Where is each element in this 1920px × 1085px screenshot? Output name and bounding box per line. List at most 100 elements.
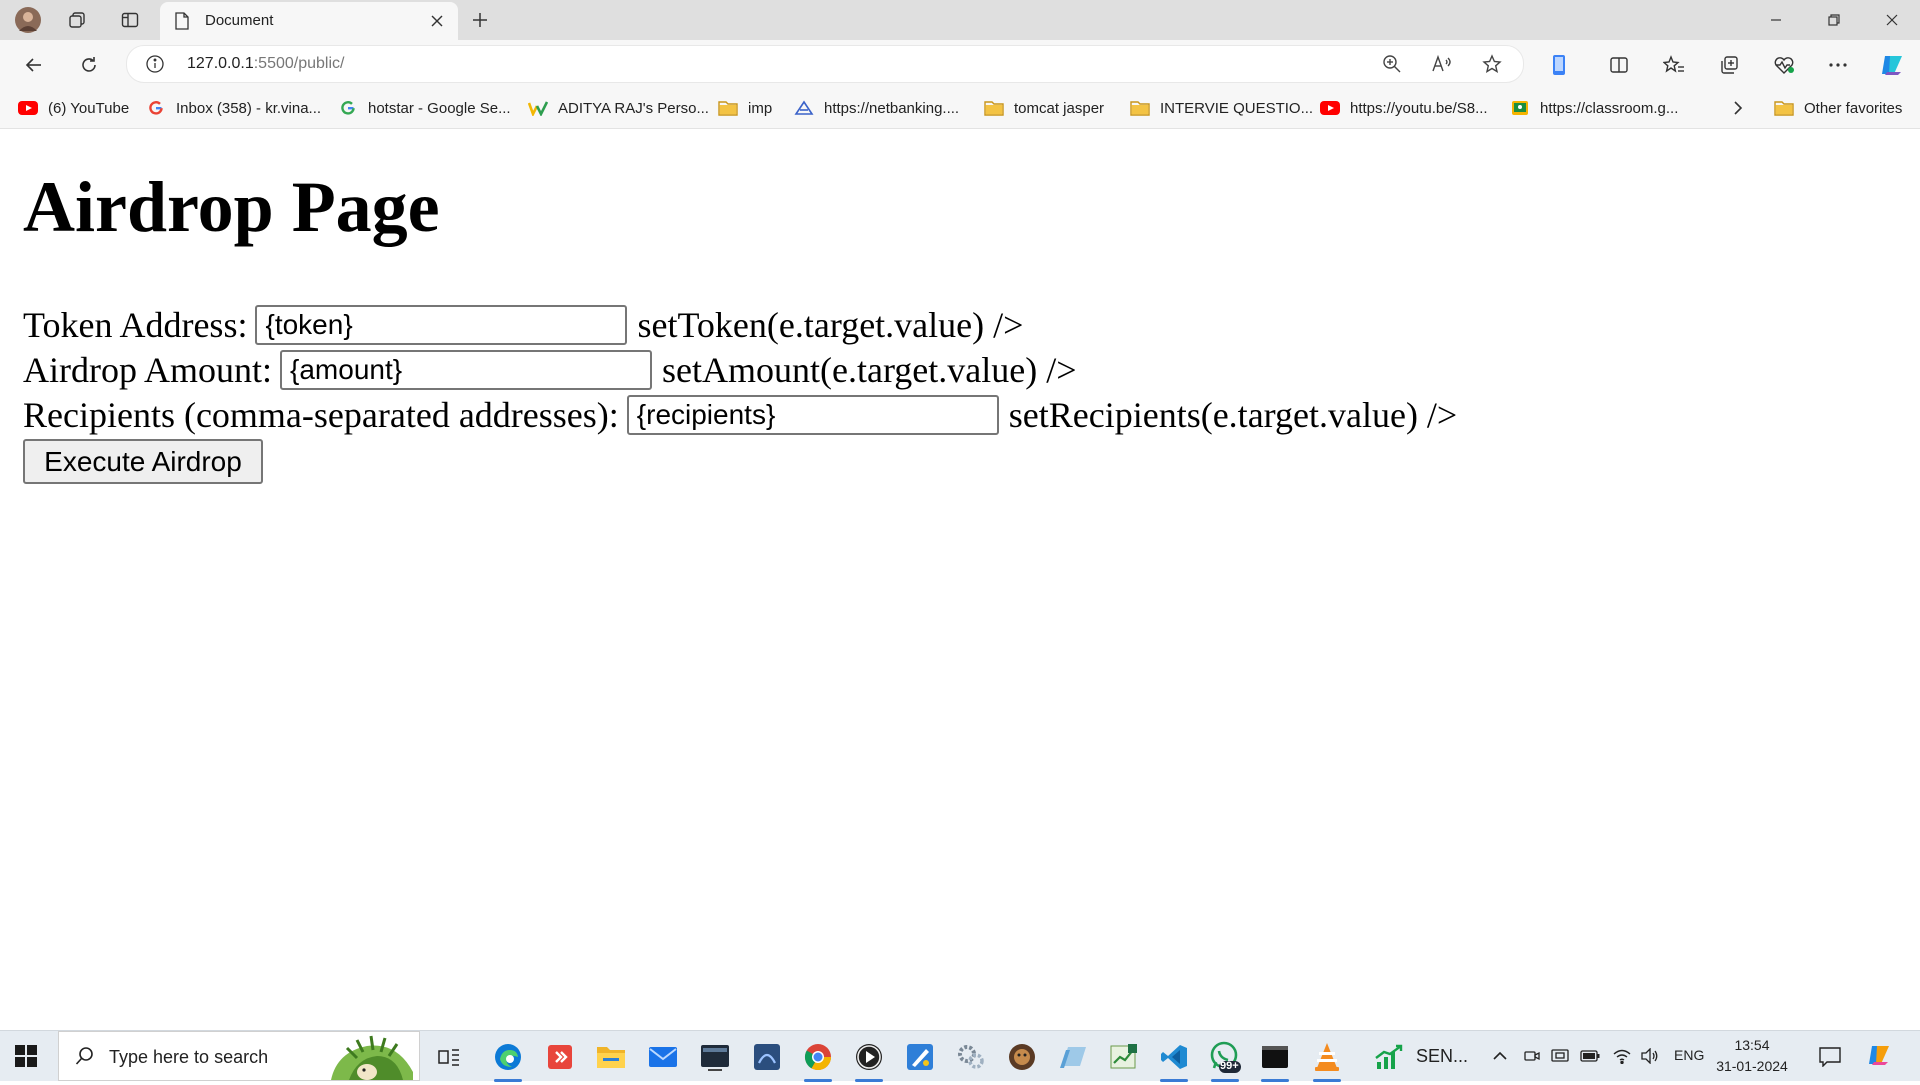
favorite-youtu-be[interactable]: https://youtu.be/S8... <box>1320 98 1488 118</box>
taskbar-clock[interactable]: 13:54 31-01-2024 <box>1716 1035 1788 1077</box>
favorites-icon[interactable] <box>1659 50 1689 80</box>
favorite-youtube[interactable]: (6) YouTube <box>18 98 129 118</box>
site-info-icon[interactable] <box>145 54 165 79</box>
favorite-tomcat-folder[interactable]: tomcat jasper <box>984 98 1104 118</box>
url-host: 127.0.0.1 <box>187 55 254 72</box>
sql-developer-icon[interactable] <box>750 1040 784 1074</box>
task-view-icon[interactable] <box>432 1040 466 1074</box>
folder-icon <box>1130 99 1150 117</box>
execute-airdrop-button[interactable]: Execute Airdrop <box>23 439 263 484</box>
favorite-label: tomcat jasper <box>1014 99 1105 117</box>
favorite-netbanking[interactable]: https://netbanking.... <box>794 98 959 118</box>
new-tab-icon[interactable] <box>466 6 494 34</box>
excel-chart-icon[interactable] <box>1107 1040 1141 1074</box>
copilot-icon[interactable] <box>1877 50 1907 80</box>
close-tab-icon[interactable] <box>426 10 448 32</box>
recipients-suffix-text: setRecipients(e.target.value) /> <box>1008 395 1458 435</box>
game-app-icon[interactable] <box>1005 1040 1039 1074</box>
favorite-imp-folder[interactable]: imp <box>718 98 772 118</box>
battery-icon[interactable] <box>1580 1046 1600 1066</box>
windows-start-icon[interactable] <box>10 1040 42 1072</box>
favorite-interview-folder[interactable]: INTERVIE QUESTIO... <box>1130 98 1313 118</box>
search-highlight-hedgehog-icon <box>327 1032 419 1085</box>
restore-icon[interactable] <box>1806 0 1862 40</box>
folder-icon <box>984 99 1004 117</box>
clock-time: 13:54 <box>1734 1037 1770 1053</box>
url-path: :5500/public/ <box>253 55 345 72</box>
terminal-icon[interactable] <box>1258 1040 1292 1082</box>
wifi-icon[interactable] <box>1612 1046 1632 1066</box>
input-language[interactable]: ENG <box>1674 1047 1704 1063</box>
file-explorer-icon[interactable] <box>594 1040 628 1074</box>
chrome-icon[interactable] <box>801 1040 835 1082</box>
stock-ticker-label[interactable]: SEN... <box>1416 1046 1468 1067</box>
favorite-label: (6) YouTube <box>48 99 130 117</box>
token-label: Token Address: <box>23 305 248 345</box>
display-icon[interactable] <box>1550 1046 1570 1066</box>
copilot-taskbar-icon[interactable] <box>1866 1042 1894 1070</box>
stock-market-icon[interactable] <box>1372 1040 1406 1074</box>
google-icon <box>338 99 358 117</box>
notifications-icon[interactable] <box>1818 1045 1842 1069</box>
zoom-icon[interactable] <box>1379 51 1405 77</box>
clock-date: 31-01-2024 <box>1716 1058 1788 1074</box>
favorite-label: https://youtu.be/S8... <box>1350 99 1488 117</box>
favorites-overflow-chevron-icon[interactable] <box>1732 98 1744 118</box>
more-options-icon[interactable] <box>1823 50 1853 80</box>
volume-icon[interactable] <box>1640 1046 1660 1066</box>
favorite-label: Inbox (358) - kr.vina... <box>176 99 322 117</box>
favorite-label: ADITYA RAJ's Perso... <box>558 99 709 117</box>
page-content: Airdrop Page Token Address: setToken(e.t… <box>5 129 1915 1025</box>
address-bar[interactable]: 127.0.0.1:5500/public/ <box>126 45 1524 83</box>
browser-essentials-icon[interactable] <box>1769 50 1799 80</box>
page-title: Airdrop Page <box>23 167 440 247</box>
favorite-inbox[interactable]: Inbox (358) - kr.vina... <box>146 98 321 118</box>
collections-icon[interactable] <box>1714 50 1744 80</box>
whatsapp-icon[interactable]: 99+ <box>1208 1040 1242 1082</box>
minimize-icon[interactable] <box>1748 0 1804 40</box>
mysql-workbench-icon[interactable] <box>698 1040 732 1074</box>
taskbar-search-box[interactable]: Type here to search <box>58 1031 420 1081</box>
refresh-icon[interactable] <box>73 49 105 81</box>
mail-icon[interactable] <box>646 1040 680 1074</box>
tab-title: Document <box>205 12 274 29</box>
split-screen-icon[interactable] <box>1604 50 1634 80</box>
document-icon <box>174 12 190 35</box>
windows-taskbar: Type here to search 99+ SEN... ENG 13:54… <box>0 1030 1920 1082</box>
profile-avatar[interactable] <box>14 6 42 34</box>
favorite-hotstar[interactable]: hotstar - Google Se... <box>338 98 511 118</box>
paint-app-icon[interactable] <box>903 1040 937 1074</box>
workspaces-icon[interactable] <box>63 6 91 34</box>
search-icon <box>75 1046 95 1071</box>
w-logo-icon <box>528 99 548 117</box>
amount-label: Airdrop Amount: <box>23 350 272 390</box>
notification-badge: 99+ <box>1220 1060 1239 1072</box>
favorite-label: https://netbanking.... <box>824 99 960 117</box>
active-tab[interactable]: Document <box>160 2 458 40</box>
vertical-tabs-icon[interactable] <box>116 6 144 34</box>
git-app-icon[interactable] <box>543 1040 577 1074</box>
amount-suffix-text: setAmount(e.target.value) /> <box>662 350 1077 390</box>
vscode-icon[interactable] <box>1157 1040 1191 1082</box>
recipients-input[interactable] <box>626 395 999 435</box>
settings-gears-icon[interactable] <box>954 1040 988 1074</box>
favorite-aditya[interactable]: ADITYA RAJ's Perso... <box>528 98 709 118</box>
favorite-star-icon[interactable] <box>1479 51 1505 77</box>
favorite-classroom[interactable]: https://classroom.g... <box>1510 98 1678 118</box>
token-address-input[interactable] <box>255 305 628 345</box>
vlc-icon[interactable] <box>1310 1040 1344 1082</box>
close-window-icon[interactable] <box>1864 0 1920 40</box>
extension-icon[interactable] <box>1544 50 1574 80</box>
read-aloud-icon[interactable] <box>1429 51 1455 77</box>
browser-title-bar: Document <box>0 0 1920 40</box>
show-hidden-icons-chevron-icon[interactable] <box>1490 1046 1510 1066</box>
back-icon[interactable] <box>18 49 50 81</box>
edge-taskbar-icon[interactable] <box>491 1040 525 1082</box>
airdrop-amount-input[interactable] <box>280 350 652 390</box>
meet-now-icon[interactable] <box>1522 1046 1542 1066</box>
other-favorites[interactable]: Other favorites <box>1774 98 1902 118</box>
token-row: Token Address: setToken(e.target.value) … <box>23 303 1023 347</box>
media-player-icon[interactable] <box>852 1040 886 1082</box>
navigation-bar: 127.0.0.1:5500/public/ <box>0 40 1920 88</box>
notes-app-icon[interactable] <box>1056 1040 1090 1074</box>
